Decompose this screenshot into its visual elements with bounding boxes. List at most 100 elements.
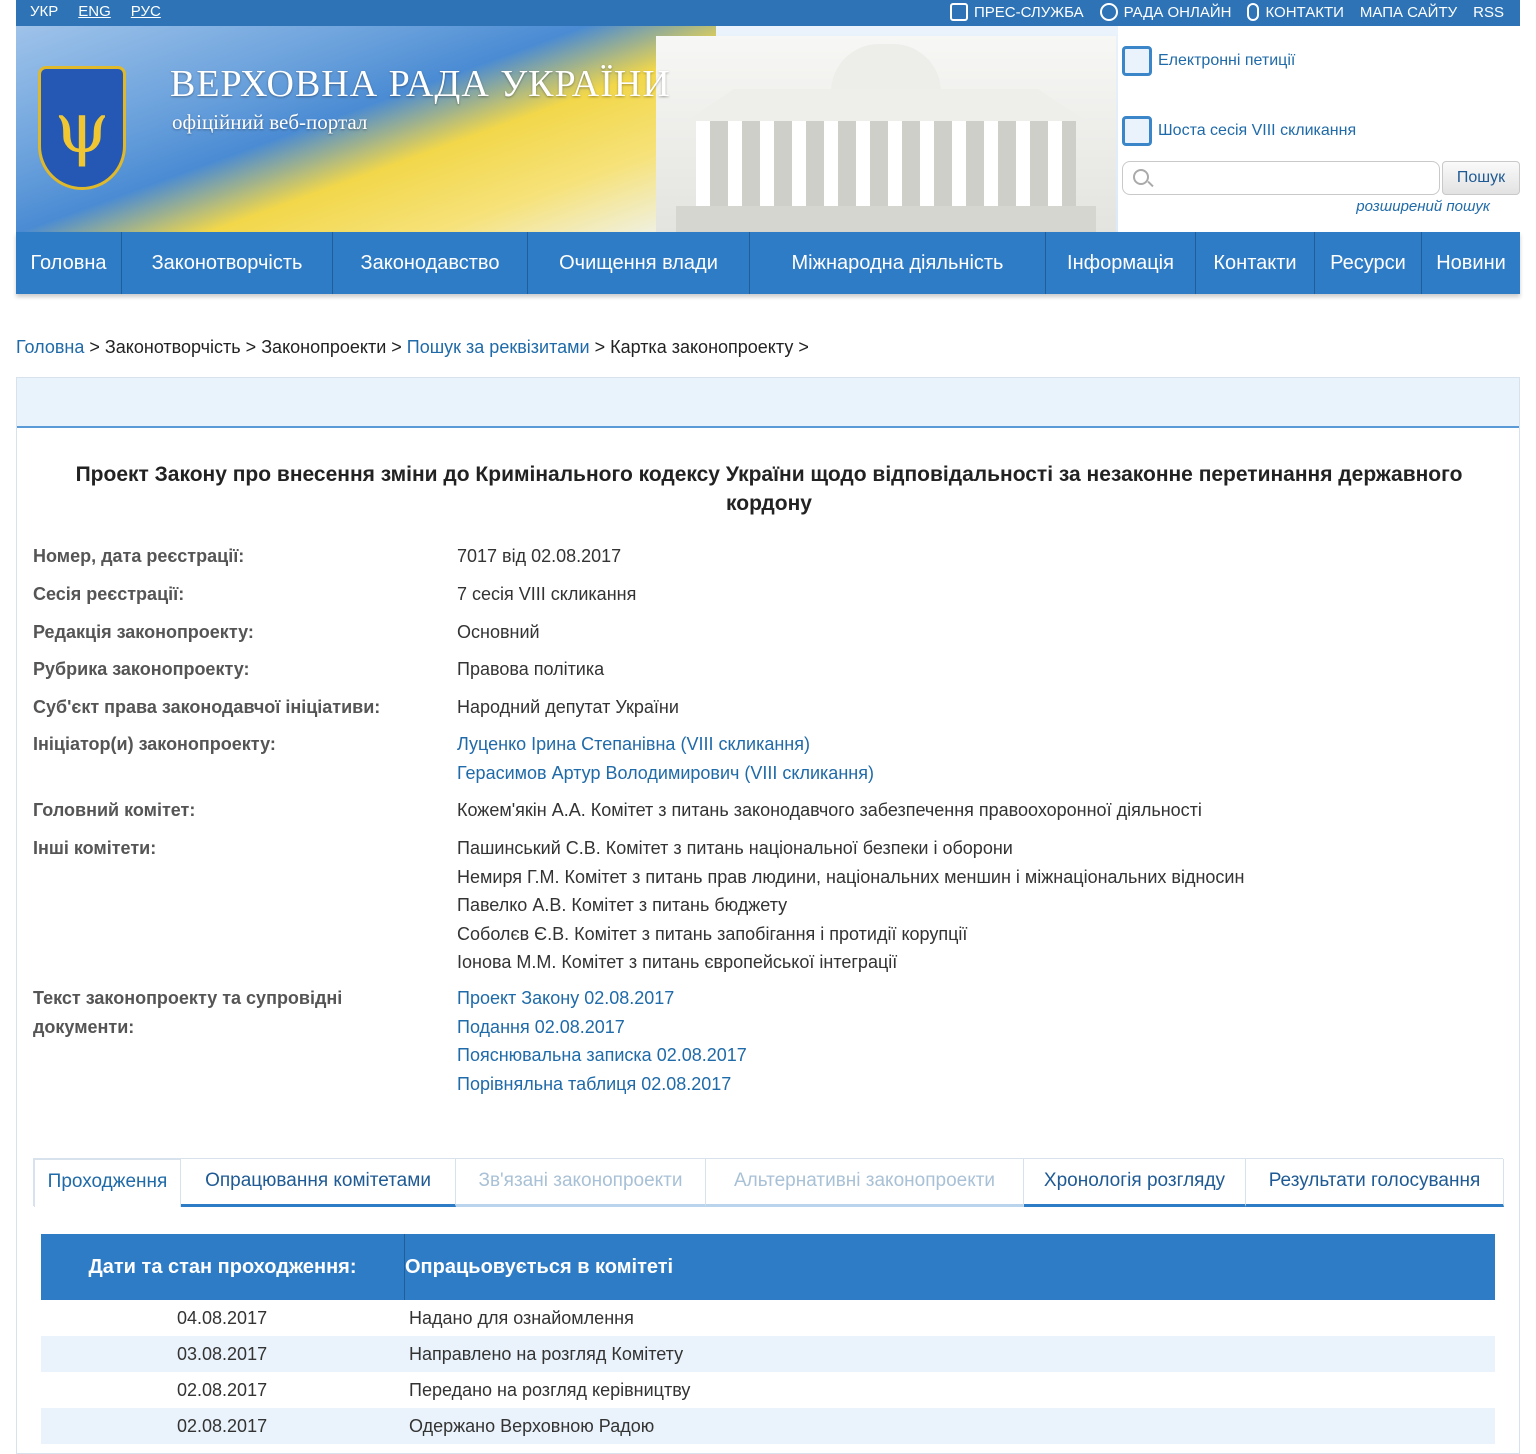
number-value: 7017 від 02.08.2017 <box>457 546 622 566</box>
rubric-value: Правова політика <box>457 659 605 679</box>
press-service-label: ПРЕС-СЛУЖБА <box>973 3 1084 21</box>
breadcrumb-lawmaking: Законотворчість <box>104 337 241 357</box>
broadcast-icon <box>1099 3 1118 21</box>
subject-value: Народний депутат України <box>457 697 679 717</box>
row-date: 04.08.2017 <box>177 1308 268 1328</box>
row-status: Надано для ознайомлення <box>409 1308 634 1328</box>
number-label: Номер, дата реєстрації: <box>33 546 245 566</box>
tab-alternative-bills[interactable]: Альтернативні законопроекти <box>706 1159 1024 1207</box>
main-nav: Головна Законотворчість Законодавство Оч… <box>16 232 1520 294</box>
committee-item: Іонова М.М. Комітет з питань європейсько… <box>457 952 898 972</box>
breadcrumb-search[interactable]: Пошук за реквізитами <box>407 337 590 357</box>
document-link[interactable]: Подання 02.08.2017 <box>457 1013 1497 1042</box>
session-reg-label: Сесія реєстрації: <box>33 584 185 604</box>
rada-online-link[interactable]: РАДА ОНЛАЙН <box>1099 3 1232 21</box>
rubric-label: Рубрика законопроекту: <box>33 659 250 679</box>
contacts-top-link[interactable]: КОНТАКТИ <box>1247 3 1344 21</box>
advanced-search-link[interactable]: розширений пошук <box>1356 198 1490 215</box>
nav-information[interactable]: Інформація <box>1046 232 1196 294</box>
rss-link[interactable]: RSS <box>1473 4 1504 21</box>
coat-of-arms-icon[interactable]: ψ <box>38 66 126 190</box>
calendar-icon <box>1122 116 1152 146</box>
nav-home[interactable]: Головна <box>16 232 122 294</box>
phone-icon <box>1247 3 1260 21</box>
nav-contacts[interactable]: Контакти <box>1196 232 1315 294</box>
session-link[interactable]: Шоста сесія VIII скликання <box>1122 116 1356 146</box>
breadcrumb-bills: Законопроекти <box>261 337 387 357</box>
petitions-label: Електронні петиції <box>1158 52 1296 69</box>
row-status: Одержано Верховною Радою <box>409 1416 655 1436</box>
sitemap-link[interactable]: МАПА САЙТУ <box>1360 4 1457 21</box>
tab-related-bills[interactable]: Зв'язані законопроекти <box>456 1159 706 1207</box>
press-icon <box>949 3 968 21</box>
header-side-panel: Електронні петиції Шоста сесія VIII скли… <box>1118 26 1520 232</box>
committee-item: Пашинський С.В. Комітет з питань націона… <box>457 838 1013 858</box>
petition-icon <box>1122 46 1152 76</box>
press-service-link[interactable]: ПРЕС-СЛУЖБА <box>949 3 1084 21</box>
tab-voting-results[interactable]: Результати голосування <box>1246 1159 1504 1207</box>
committee-item: Немиря Г.М. Комітет з питань прав людини… <box>457 866 1245 887</box>
documents-label: Текст законопроекту та супровідні докуме… <box>33 988 343 1037</box>
status-table-header: Дати та стан проходження: Опрацьовується… <box>41 1234 1495 1300</box>
top-bar: УКР ENG РУС ПРЕС-СЛУЖБА РАДА ОНЛАЙН КОНТ… <box>16 0 1520 26</box>
search-button[interactable]: Пошук <box>1442 161 1520 195</box>
edition-value: Основний <box>457 622 540 642</box>
lang-ukr[interactable]: УКР <box>30 3 58 20</box>
language-switcher: УКР ENG РУС <box>30 3 161 20</box>
table-row: 02.08.2017 Одержано Верховною Радою <box>41 1408 1495 1444</box>
nav-lustration[interactable]: Очищення влади <box>528 232 750 294</box>
documents-list: Проект Закону 02.08.2017 Подання 02.08.2… <box>457 984 1497 1098</box>
top-links: ПРЕС-СЛУЖБА РАДА ОНЛАЙН КОНТАКТИ МАПА СА… <box>949 3 1504 21</box>
status-col-dates: Дати та стан проходження: <box>41 1234 405 1300</box>
row-date: 02.08.2017 <box>177 1416 268 1436</box>
site-subtitle: офіційний веб-портал <box>172 110 368 134</box>
search-input[interactable] <box>1122 161 1440 195</box>
committee-item: Соболєв Є.В. Комітет з питань запобіганн… <box>457 923 968 944</box>
parliament-building-image <box>656 36 1116 232</box>
breadcrumb-home[interactable]: Головна <box>16 337 84 357</box>
tab-chronology[interactable]: Хронологія розгляду <box>1024 1159 1246 1207</box>
status-table: Дати та стан проходження: Опрацьовується… <box>41 1234 1495 1444</box>
document-link[interactable]: Пояснювальна записка 02.08.2017 <box>457 1041 1497 1070</box>
rada-online-label: РАДА ОНЛАЙН <box>1123 3 1232 21</box>
row-date: 02.08.2017 <box>177 1380 268 1400</box>
bill-card: Проект Закону про внесення зміни до Крим… <box>16 377 1520 1454</box>
other-committees-label: Інші комітети: <box>33 838 157 858</box>
initiator-link[interactable]: Луценко Ірина Степанівна (VIII скликання… <box>457 730 1497 759</box>
main-committee-label: Головний комітет: <box>33 800 196 820</box>
edition-label: Редакція законопроекту: <box>33 622 254 642</box>
nav-news[interactable]: Новини <box>1422 232 1520 294</box>
petitions-link[interactable]: Електронні петиції <box>1122 46 1295 76</box>
site-title[interactable]: ВЕРХОВНА РАДА УКРАЇНИ <box>170 62 671 106</box>
main-committee-value: Кожем'якін А.А. Комітет з питань законод… <box>457 800 1202 820</box>
nav-international[interactable]: Міжнародна діяльність <box>750 232 1046 294</box>
lang-rus[interactable]: РУС <box>131 3 161 20</box>
row-status: Направлено на розгляд Комітету <box>409 1344 684 1364</box>
lang-eng[interactable]: ENG <box>78 3 111 20</box>
tab-bar: Проходження Опрацювання комітетами Зв'яз… <box>33 1158 1504 1207</box>
subject-label: Суб'єкт права законодавчої ініціативи: <box>33 697 381 717</box>
session-reg-value: 7 сесія VIII скликання <box>457 584 637 604</box>
search-icon <box>1133 169 1149 185</box>
committee-item: Павелко А.В. Комітет з питань бюджету <box>457 895 788 915</box>
row-status: Передано на розгляд керівництву <box>409 1380 691 1400</box>
tab-progress[interactable]: Проходження <box>34 1159 181 1207</box>
document-link[interactable]: Порівняльна таблиця 02.08.2017 <box>457 1070 1497 1099</box>
session-label: Шоста сесія VIII скликання <box>1158 122 1357 139</box>
nav-legislation[interactable]: Законодавство <box>333 232 528 294</box>
status-col-state: Опрацьовується в комітеті <box>405 1256 674 1278</box>
nav-resources[interactable]: Ресурси <box>1315 232 1422 294</box>
other-committees-list: Пашинський С.В. Комітет з питань націона… <box>457 834 1497 977</box>
initiators-label: Ініціатор(и) законопроекту: <box>33 734 276 754</box>
table-row: 03.08.2017 Направлено на розгляд Комітет… <box>41 1336 1495 1372</box>
initiators-list: Луценко Ірина Степанівна (VIII скликання… <box>457 730 1497 787</box>
nav-lawmaking[interactable]: Законотворчість <box>122 232 333 294</box>
initiator-link[interactable]: Герасимов Артур Володимирович (VIII скли… <box>457 759 1497 788</box>
contacts-top-label: КОНТАКТИ <box>1265 3 1344 21</box>
card-header-band <box>17 378 1519 428</box>
breadcrumb: Головна > Законотворчість > Законопроект… <box>16 337 809 357</box>
header-banner: ψ ВЕРХОВНА РАДА УКРАЇНИ офіційний веб-по… <box>16 26 1520 232</box>
tab-committee-processing[interactable]: Опрацювання комітетами <box>181 1159 456 1207</box>
document-link[interactable]: Проект Закону 02.08.2017 <box>457 984 1497 1013</box>
table-row: 02.08.2017 Передано на розгляд керівницт… <box>41 1372 1495 1408</box>
